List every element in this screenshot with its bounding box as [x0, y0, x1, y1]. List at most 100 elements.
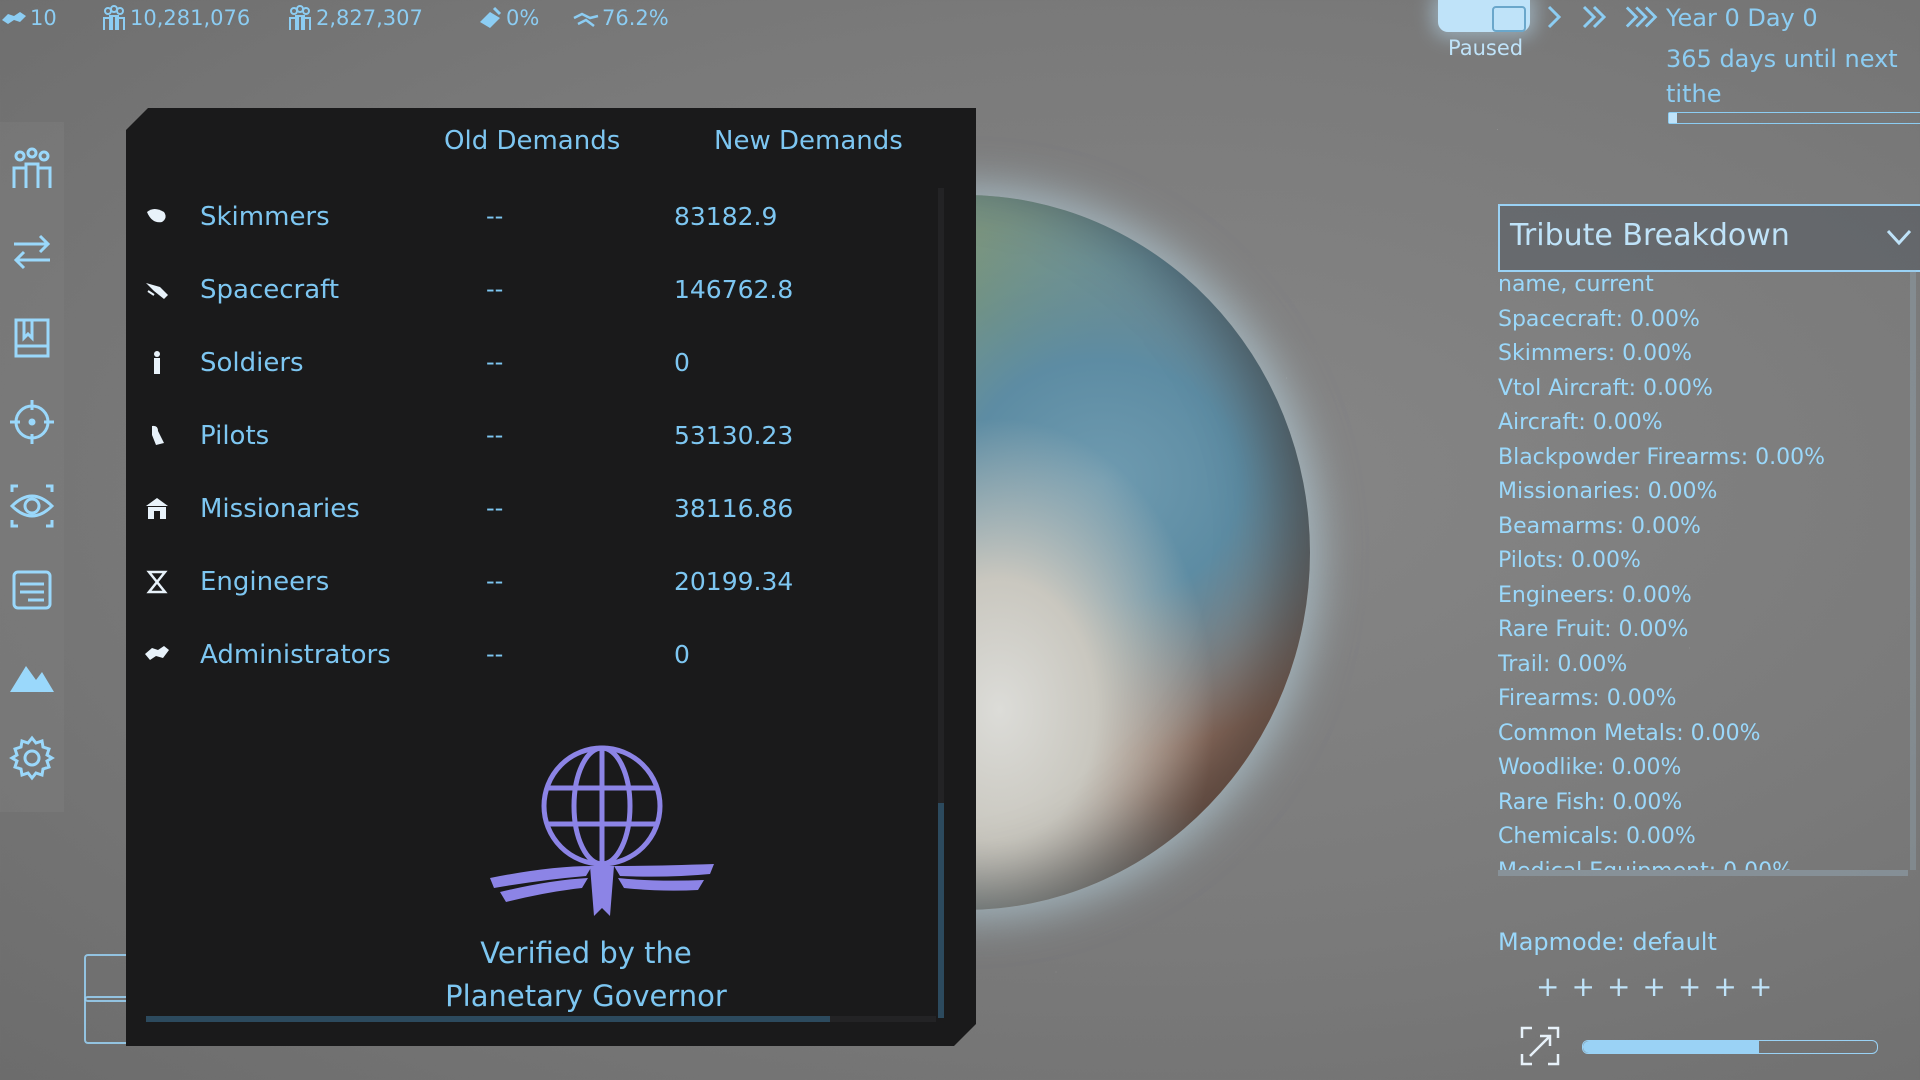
approval-icon	[573, 12, 599, 27]
speed-1-button[interactable]	[1544, 2, 1564, 32]
scroll-thumb[interactable]	[146, 1016, 830, 1022]
soldier-icon	[144, 350, 170, 376]
document-list-icon	[12, 570, 52, 610]
mapmode-plus-button[interactable]: +	[1536, 970, 1571, 1003]
stat-approval: 76.2%	[572, 4, 669, 32]
surveillance-eye-icon	[9, 484, 55, 528]
left-navigation-bar	[0, 122, 64, 812]
chevron-right-icon	[1547, 5, 1562, 29]
demand-row-administrators: Administrators -- 0	[144, 632, 904, 688]
demand-row-missionaries: Missionaries -- 38116.86	[144, 486, 904, 542]
pause-icon	[1492, 6, 1526, 32]
tribute-list-item: Blackpowder Firearms: 0.00%	[1498, 444, 1826, 470]
verification-caption: Verified by the Planetary Governor	[445, 936, 727, 1013]
skimmer-icon	[144, 204, 170, 230]
mapmode-plus-button[interactable]: +	[1571, 970, 1606, 1003]
tribute-breakdown-dropdown[interactable]: Tribute Breakdown	[1498, 204, 1920, 272]
tribute-list-item: Vtol Aircraft: 0.00%	[1498, 375, 1713, 401]
zoom-slider[interactable]	[1582, 1040, 1878, 1054]
speed-2-button[interactable]	[1580, 2, 1610, 32]
mapmode-plus-button[interactable]: +	[1713, 970, 1748, 1003]
paused-label: Paused	[1448, 36, 1524, 60]
nav-ledger-button[interactable]	[6, 312, 58, 364]
nav-targeting-button[interactable]	[6, 396, 58, 448]
population-icon	[103, 5, 125, 30]
triple-chevron-right-icon	[1625, 6, 1658, 28]
tribute-list-item: Woodlike: 0.00%	[1498, 755, 1682, 780]
tribute-list-header: name, current	[1498, 272, 1654, 297]
tribute-list-item: Rare Fish: 0.00%	[1498, 789, 1683, 815]
zoom-slider-fill	[1583, 1041, 1760, 1053]
tribute-list-item: Spacecraft: 0.00%	[1498, 306, 1700, 332]
demand-row-engineers: Engineers -- 20199.34	[144, 559, 904, 615]
mapmode-plus-button[interactable]: +	[1749, 970, 1784, 1003]
pilot-icon	[144, 423, 170, 449]
demand-row-soldiers: Soldiers -- 0	[144, 340, 904, 396]
tribute-list-item: Trail: 0.00%	[1498, 651, 1628, 677]
demand-row-pilots: Pilots -- 53130.23	[144, 413, 904, 469]
tribute-list-item: Missionaries: 0.00%	[1498, 479, 1718, 504]
demand-row-spacecraft: Spacecraft -- 146762.8	[144, 267, 904, 323]
stat-population: 10,281,076	[100, 4, 250, 32]
demands-vertical-scrollbar[interactable]	[938, 188, 944, 1018]
tribute-list-item: Firearms: 0.00%	[1498, 686, 1677, 711]
tribute-list-item: Chemicals: 0.00%	[1498, 824, 1696, 849]
handshake-icon	[2, 12, 26, 24]
tribute-breakdown-list: name, current Spacecraft: 0.00% Skimmers: …	[1498, 270, 1908, 870]
collapsed-panel-tab[interactable]	[84, 954, 126, 1002]
new-demands-header: New Demands	[714, 126, 903, 156]
stat-handshake: 10	[0, 4, 57, 32]
chevron-down-icon	[1886, 229, 1912, 246]
mapmode-plus-button[interactable]: +	[1607, 970, 1642, 1003]
scroll-thumb[interactable]	[938, 803, 944, 1018]
collapsed-panel-tab[interactable]	[84, 996, 126, 1044]
unrest-icon	[480, 6, 502, 28]
tribute-horizontal-scrollbar[interactable]	[1498, 870, 1908, 876]
mapmode-plus-button[interactable]: +	[1642, 970, 1677, 1003]
mapmode-label: Mapmode: default	[1498, 928, 1717, 956]
demands-horizontal-scrollbar[interactable]	[146, 1016, 936, 1022]
mapmode-plus-button[interactable]: +	[1678, 970, 1713, 1003]
expand-icon[interactable]	[1518, 1024, 1562, 1068]
pause-button[interactable]	[1438, 0, 1530, 32]
tithe-countdown: 365 days until next tithe	[1666, 45, 1898, 108]
old-demands-header: Old Demands	[444, 126, 621, 156]
population-icon	[12, 147, 52, 188]
settings-gear-icon	[9, 735, 55, 781]
nav-trade-button[interactable]	[6, 226, 58, 278]
nav-population-button[interactable]	[6, 142, 58, 194]
tribute-list-item: Pilots: 0.00%	[1498, 548, 1641, 573]
tithe-progress-fill	[1669, 113, 1677, 123]
missionary-icon	[144, 496, 170, 522]
tribute-list-item: Aircraft: 0.00%	[1498, 410, 1663, 435]
mapmode-buttons-row: +++++++	[1536, 970, 1784, 1003]
terrain-icon	[10, 666, 54, 692]
administrator-icon	[144, 642, 170, 668]
demands-panel: Old Demands New Demands Skimmers -- 8318…	[126, 108, 976, 1046]
tithe-progress-bar	[1668, 112, 1920, 124]
tribute-list-item: Medical Equipment: 0.00%	[1498, 859, 1793, 871]
tribute-vertical-scrollbar[interactable]	[1910, 270, 1916, 870]
planetary-governor-seal-icon	[490, 740, 720, 920]
crosshair-icon	[10, 400, 54, 444]
spacecraft-icon	[144, 277, 170, 303]
tribute-list-item: Common Metals: 0.00%	[1498, 720, 1761, 746]
stat-workforce: 2,827,307	[286, 4, 423, 32]
tribute-list-item: Rare Fruit: 0.00%	[1498, 617, 1689, 642]
tribute-list-item: Skimmers: 0.00%	[1498, 341, 1693, 366]
nav-settings-button[interactable]	[6, 732, 58, 784]
nav-terrain-button[interactable]	[6, 650, 58, 702]
workforce-icon	[289, 5, 311, 30]
ledger-icon	[14, 318, 50, 358]
stat-unrest: 0%	[476, 4, 539, 32]
double-chevron-right-icon	[1582, 5, 1607, 29]
engineer-icon	[144, 569, 170, 595]
game-date: Year 0 Day 0	[1666, 4, 1818, 32]
tribute-list-item: Beamarms: 0.00%	[1498, 513, 1701, 539]
trade-icon	[13, 234, 51, 270]
nav-surveillance-button[interactable]	[6, 480, 58, 532]
tribute-list-item: Engineers: 0.00%	[1498, 582, 1692, 608]
nav-documents-button[interactable]	[6, 564, 58, 616]
speed-3-button[interactable]	[1624, 2, 1662, 32]
demand-row-skimmers: Skimmers -- 83182.9	[144, 194, 904, 250]
